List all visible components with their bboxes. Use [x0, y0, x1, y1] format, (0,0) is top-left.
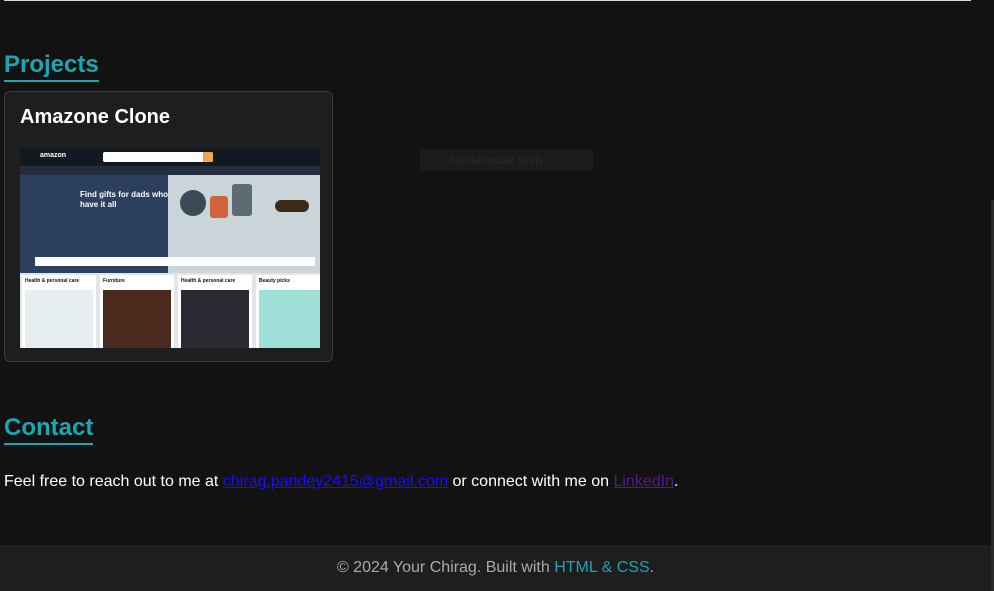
thumbnail-card-image: [259, 290, 320, 348]
contact-prefix: Feel free to reach out to me at: [4, 473, 223, 490]
project-card[interactable]: Amazone Clone amazon Find gifts for dads…: [4, 91, 333, 362]
contact-heading: Contact: [4, 415, 94, 445]
top-divider: [4, 0, 971, 1]
thumbnail-product-headphones: [180, 190, 206, 216]
projects-heading: Projects: [4, 52, 99, 82]
thumbnail-card-image: [103, 290, 171, 348]
thumbnail-card-title: Beauty picks: [259, 278, 290, 284]
thumbnail-logo: amazon: [40, 152, 67, 159]
contact-middle: or connect with me on: [448, 473, 614, 490]
thumbnail-card: Health & personal care: [22, 275, 96, 348]
email-link[interactable]: chirag.pandey2415@gmail.com: [223, 473, 448, 490]
footer-prefix: © 2024 Your Chirag. Built with: [336, 559, 555, 576]
thumbnail-product-glasses: [275, 200, 309, 212]
thumbnail-search: [103, 152, 213, 162]
thumbnail-card-title: Health & personal care: [181, 278, 236, 284]
thumbnail-product-device: [232, 184, 252, 216]
linkedin-link[interactable]: LinkedIn: [613, 473, 674, 490]
thumbnail-card-title: Health & personal care: [25, 278, 80, 284]
footer: © 2024 Your Chirag. Built with HTML & CS…: [0, 545, 991, 591]
footer-tech: HTML & CSS: [554, 559, 650, 576]
project-title: Amazone Clone: [20, 106, 171, 128]
thumbnail-banner: [35, 257, 315, 266]
thumbnail-card-image: [181, 290, 249, 348]
snip-tool-overlay: Rectangular Snip: [420, 150, 593, 171]
thumbnail-card: Beauty picks: [256, 275, 320, 348]
thumbnail-search-button: [203, 152, 213, 162]
project-thumbnail[interactable]: amazon Find gifts for dads who have it a…: [20, 148, 320, 348]
thumbnail-card: Health & personal care: [178, 275, 252, 348]
thumbnail-card-title: Furniture: [103, 278, 125, 284]
thumbnail-subnav: [20, 166, 320, 175]
thumbnail-product-speaker: [210, 196, 228, 218]
thumbnail-card-image: [25, 290, 93, 348]
contact-suffix: .: [673, 473, 679, 490]
footer-suffix: .: [649, 559, 655, 576]
contact-paragraph: Feel free to reach out to me at chirag.p…: [4, 473, 678, 491]
thumbnail-card: Furniture: [100, 275, 174, 348]
thumbnail-hero-text: Find gifts for dads who have it all: [80, 190, 168, 209]
